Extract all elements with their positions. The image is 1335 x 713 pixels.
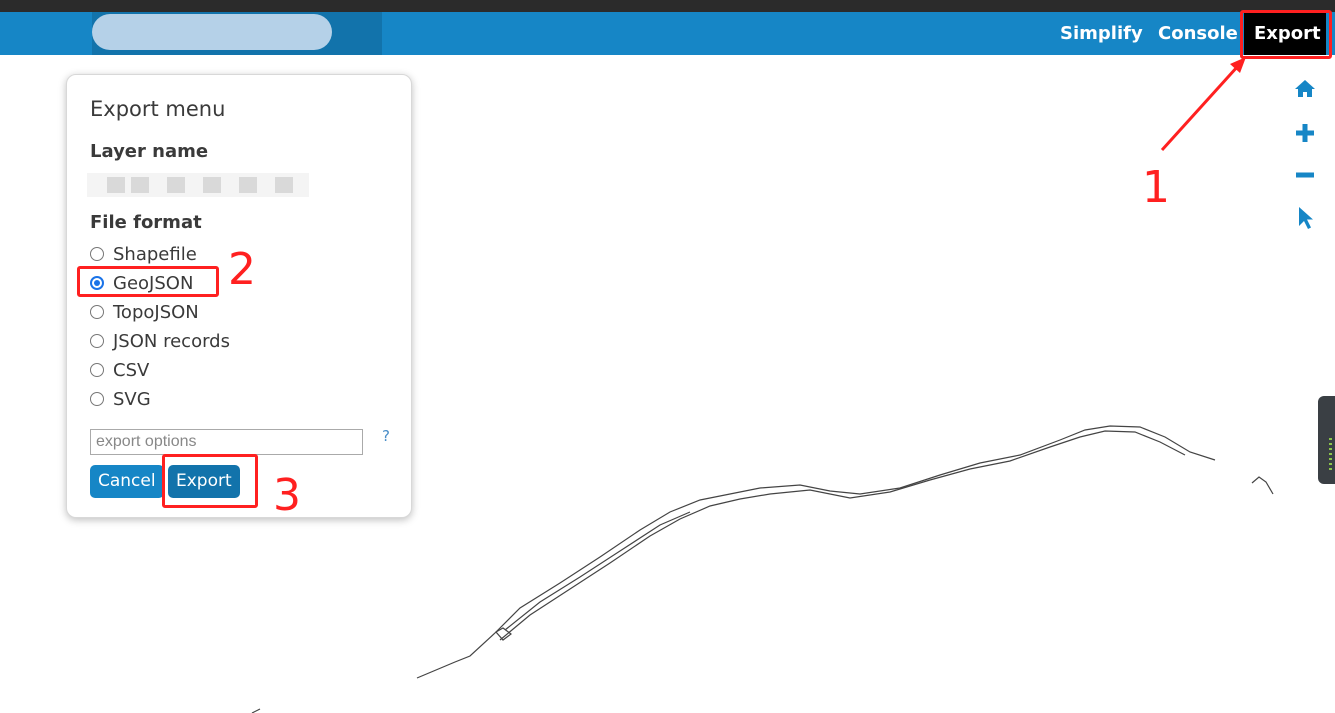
annotation-arrow (1160, 57, 1246, 152)
annotation-number-3: 3 (273, 470, 301, 521)
annotation-box-3 (162, 454, 258, 508)
annotation-box-2 (77, 266, 219, 297)
annotation-number-1: 1 (1142, 162, 1170, 213)
annotation-number-2: 2 (228, 244, 256, 295)
